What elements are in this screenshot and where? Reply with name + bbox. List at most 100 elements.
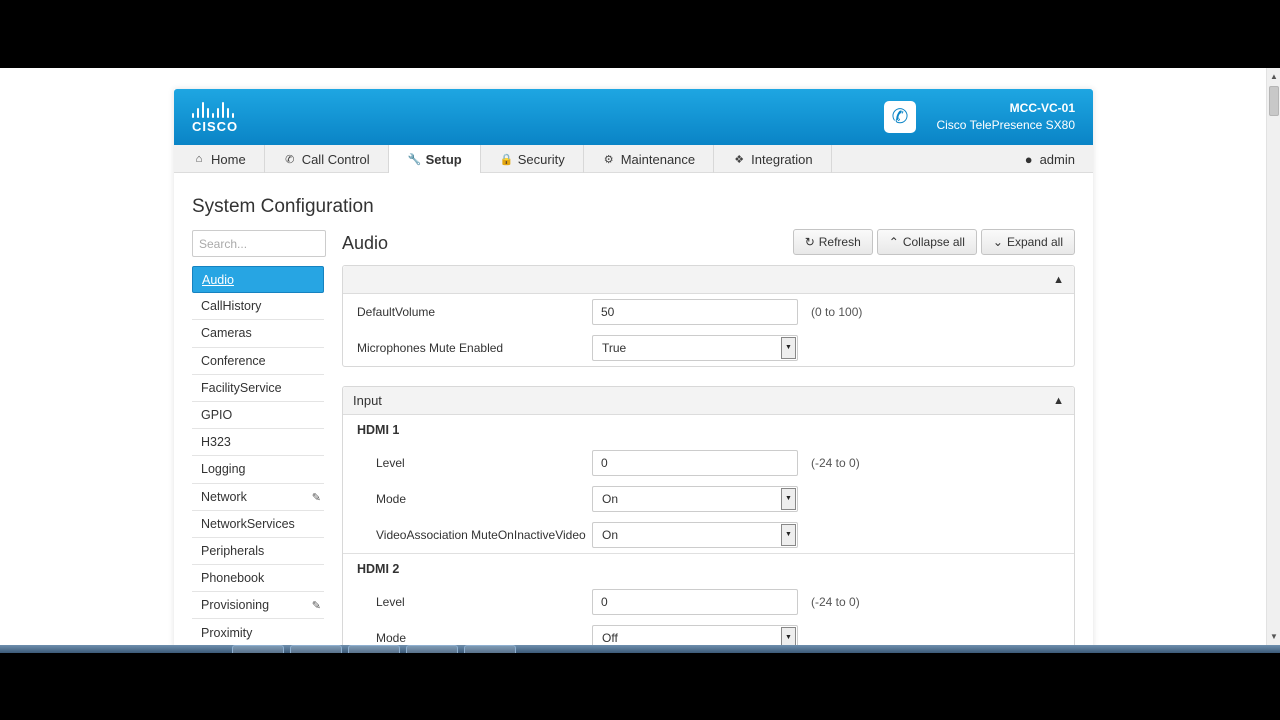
hdmi2-level-field[interactable] <box>592 589 798 615</box>
edit-icon: ✎ <box>311 600 321 613</box>
gear-icon: ⚙ <box>603 153 614 166</box>
dropdown-arrow-icon: ▼ <box>781 627 796 645</box>
user-name: admin <box>1039 151 1075 167</box>
hdmi1-mode-select[interactable]: On ▼ <box>592 486 798 512</box>
mic-mute-row: Microphones Mute Enabled True ▼ <box>343 330 1074 366</box>
chevron-down-icon: ⌄ <box>992 235 1003 249</box>
sidebar-item-label: FacilityService <box>201 380 282 395</box>
nav-maintenance[interactable]: ⚙ Maintenance <box>584 145 715 173</box>
app-header: CISCO ✆ MCC-VC-01 Cisco TelePresence SX8… <box>174 89 1093 145</box>
nav-security-label: Security <box>517 151 565 167</box>
refresh-label: Refresh <box>818 235 861 249</box>
expand-label: Expand all <box>1006 235 1063 249</box>
logo-text: CISCO <box>192 119 239 134</box>
sidebar-item-label: NetworkServices <box>201 516 295 531</box>
edit-icon: ✎ <box>311 491 321 504</box>
home-icon: ⌂ <box>195 153 203 165</box>
section-title: Audio <box>342 233 389 253</box>
hdmi1-mode-label: Mode <box>376 492 407 506</box>
sidebar-item-label: Proximity <box>201 625 253 640</box>
sidebar-item-callhistory[interactable]: CallHistory <box>192 293 324 321</box>
sidebar-item-phonebook[interactable]: Phonebook <box>192 565 324 593</box>
refresh-icon: ↻ <box>804 235 815 249</box>
chevron-up-icon[interactable]: ▲ <box>1053 266 1064 294</box>
user-menu[interactable]: ● admin <box>1025 145 1075 173</box>
hdmi2-mode-select[interactable]: Off ▼ <box>592 625 798 645</box>
nav-call-control[interactable]: ✆ Call Control <box>265 145 389 173</box>
sidebar-item-networkservices[interactable]: NetworkServices <box>192 511 324 538</box>
sidebar-item-label: Audio <box>202 272 234 287</box>
taskbar-button[interactable] <box>464 645 516 653</box>
nav-home[interactable]: ⌂ Home <box>174 145 265 173</box>
sidebar-item-peripherals[interactable]: Peripherals <box>192 538 324 566</box>
nav-setup-label: Setup <box>425 151 462 167</box>
mic-mute-select[interactable]: True ▼ <box>592 335 798 361</box>
sidebar-item-gpio[interactable]: GPIO <box>192 402 324 430</box>
sidebar-item-label: Network <box>201 489 247 504</box>
cisco-logo[interactable]: CISCO <box>192 100 248 134</box>
default-volume-range: (0 to 100) <box>811 305 863 319</box>
collapse-all-button[interactable]: ⌃ Collapse all <box>876 229 977 255</box>
nav-setup[interactable]: 🔧 Setup <box>388 145 481 173</box>
nav-maintenance-label: Maintenance <box>620 151 696 167</box>
input-panel-header[interactable]: Input ▲ <box>343 387 1074 415</box>
hdmi2-mode-row: Mode Off ▼ <box>343 620 1074 645</box>
chevron-up-icon[interactable]: ▲ <box>1053 387 1064 415</box>
scroll-thumb[interactable] <box>1269 86 1279 116</box>
page-scrollbar[interactable]: ▲ ▼ <box>1266 68 1280 645</box>
sidebar-item-audio[interactable]: Audio <box>192 266 324 294</box>
default-volume-field[interactable] <box>592 299 798 325</box>
taskbar-button[interactable] <box>348 645 400 653</box>
sidebar-item-label: Conference <box>201 353 266 368</box>
sidebar-item-cameras[interactable]: Cameras <box>192 320 324 348</box>
input-panel: Input ▲ HDMI 1 Level (-24 to 0) Mode On … <box>342 386 1075 645</box>
hdmi1-video-assoc-label: VideoAssociation MuteOnInactiveVideo <box>376 528 586 542</box>
scroll-down-icon[interactable]: ▼ <box>1269 632 1279 642</box>
sidebar-item-facilityservice[interactable]: FacilityService <box>192 375 324 402</box>
nav-security[interactable]: 🔒 Security <box>481 145 584 173</box>
dropdown-arrow-icon: ▼ <box>781 488 796 510</box>
dropdown-arrow-icon: ▼ <box>781 524 796 546</box>
os-taskbar <box>0 645 1280 653</box>
scroll-up-icon[interactable]: ▲ <box>1269 72 1279 82</box>
search-input[interactable] <box>192 230 326 257</box>
hdmi1-video-assoc-select[interactable]: On ▼ <box>592 522 798 548</box>
sidebar-item-provisioning[interactable]: Provisioning ✎ <box>192 592 324 620</box>
taskbar-button[interactable] <box>232 645 284 653</box>
hdmi2-mode-value: Off <box>602 631 618 645</box>
sidebar-item-label: Cameras <box>201 326 252 341</box>
sidebar-item-network[interactable]: Network ✎ <box>192 484 324 511</box>
sidebar-item-h323[interactable]: H323 <box>192 429 324 457</box>
hdmi1-mode-value: On <box>602 492 619 506</box>
puzzle-icon: ❖ <box>734 153 745 166</box>
collapse-label: Collapse all <box>902 235 965 249</box>
taskbar-button[interactable] <box>290 645 342 653</box>
taskbar-button[interactable] <box>406 645 458 653</box>
phone-icon: ✆ <box>285 153 295 166</box>
hdmi1-level-field[interactable] <box>592 450 798 476</box>
default-volume-row: DefaultVolume (0 to 100) <box>343 294 1074 330</box>
sidebar-item-logging[interactable]: Logging <box>192 456 324 484</box>
expand-all-button[interactable]: ⌄ Expand all <box>980 229 1075 255</box>
general-panel-header[interactable]: ▲ <box>343 266 1074 294</box>
chevron-up-icon: ⌃ <box>888 235 899 249</box>
device-name: MCC-VC-01 <box>1009 101 1075 115</box>
sidebar-item-label: Logging <box>201 462 246 477</box>
dropdown-arrow-icon: ▼ <box>781 337 796 359</box>
sidebar-item-proximity[interactable]: Proximity <box>192 619 324 645</box>
hdmi2-heading: HDMI 2 <box>357 562 400 576</box>
sidebar-item-label: Phonebook <box>201 571 265 586</box>
nav-integration[interactable]: ❖ Integration <box>714 145 832 173</box>
hdmi1-heading: HDMI 1 <box>357 423 400 437</box>
refresh-button[interactable]: ↻ Refresh <box>792 229 873 255</box>
mic-mute-value: True <box>602 341 627 355</box>
default-volume-label: DefaultVolume <box>357 305 436 319</box>
hdmi1-level-row: Level (-24 to 0) <box>343 445 1074 481</box>
sidebar-item-conference[interactable]: Conference <box>192 348 324 375</box>
hdmi1-video-assoc-value: On <box>602 528 619 542</box>
mic-mute-label: Microphones Mute Enabled <box>357 341 504 355</box>
hdmi1-mode-row: Mode On ▼ <box>343 481 1074 517</box>
lock-icon: 🔒 <box>499 153 514 166</box>
user-icon: ● <box>1024 151 1033 167</box>
hdmi2-level-range: (-24 to 0) <box>811 595 860 609</box>
